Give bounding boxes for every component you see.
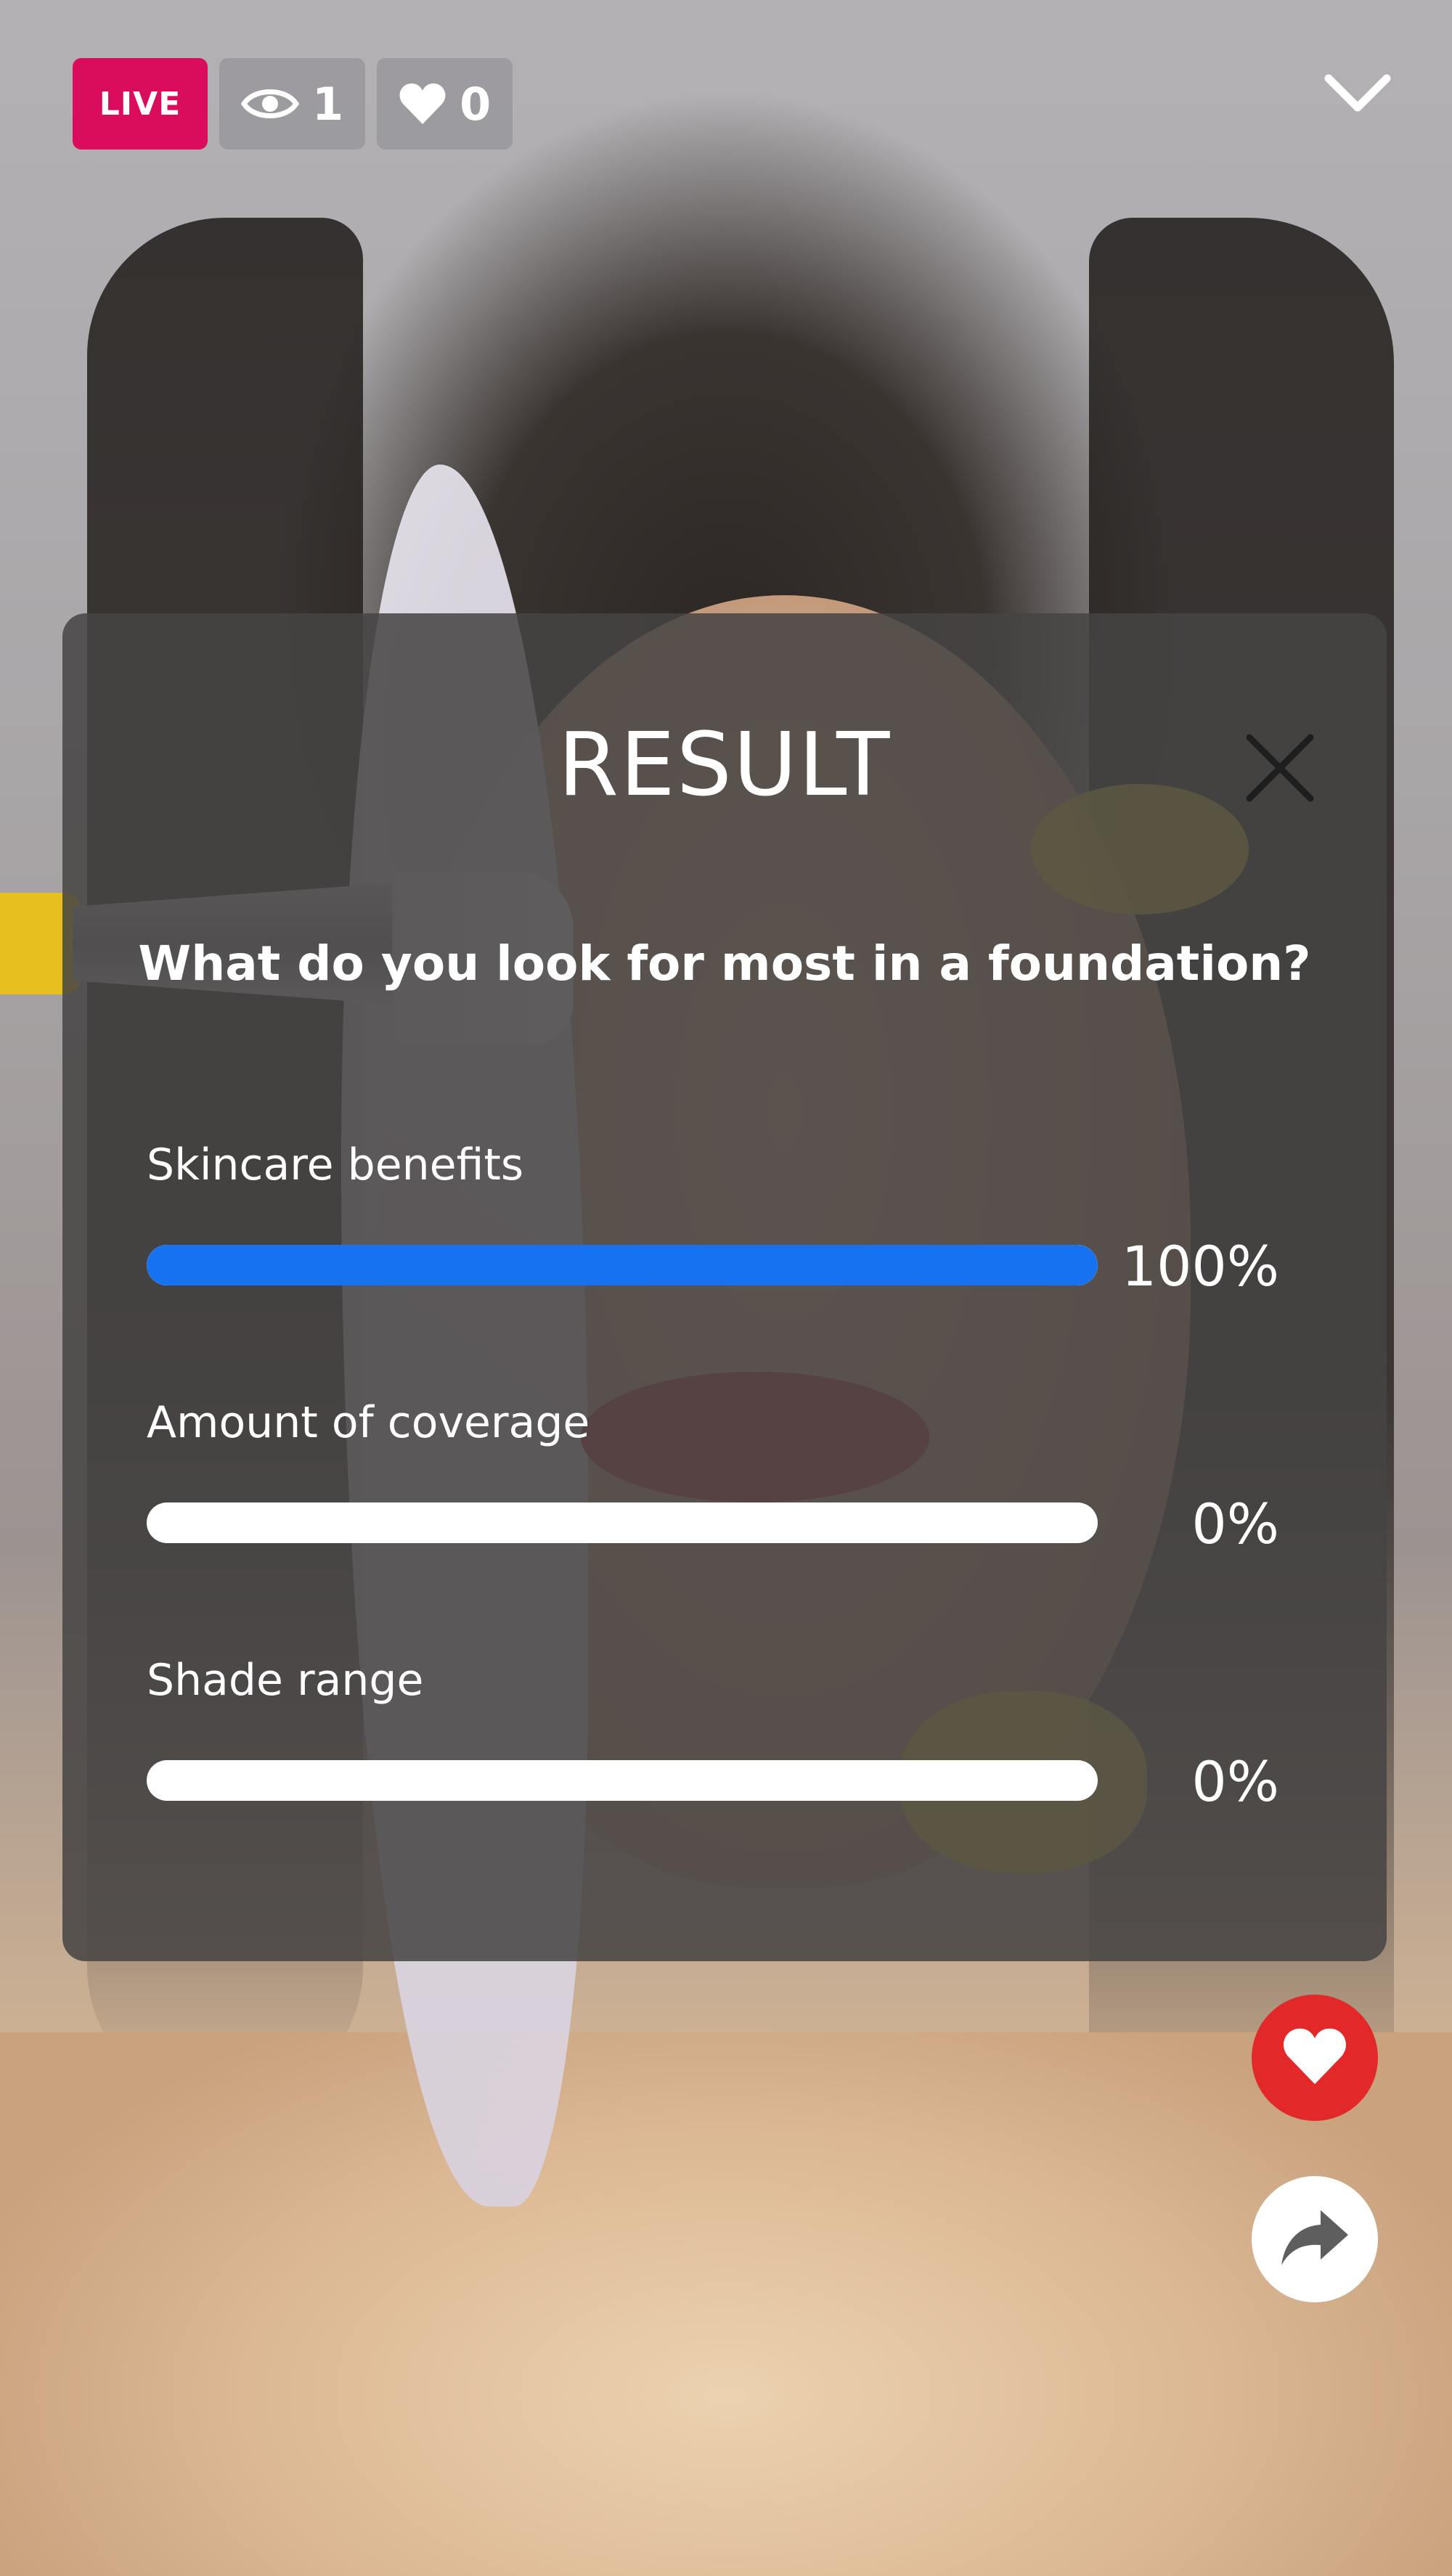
poll-option-percent: 100% xyxy=(1121,1234,1279,1299)
heart-icon xyxy=(399,82,446,126)
close-icon xyxy=(1245,733,1315,806)
share-arrow-icon xyxy=(1278,2207,1351,2271)
share-button[interactable] xyxy=(1252,2176,1378,2302)
eye-icon xyxy=(241,83,299,124)
viewer-count: 1 xyxy=(312,77,344,131)
poll-option: Amount of coverage 0% xyxy=(147,1397,1366,1552)
poll-question: What do you look for most in a foundatio… xyxy=(138,936,1311,991)
heart-icon xyxy=(1281,2027,1348,2089)
like-button[interactable] xyxy=(1252,1995,1378,2121)
stream-status-bar: LIVE 1 0 xyxy=(73,58,513,150)
video-shoulders xyxy=(0,2032,1452,2576)
result-title: RESULT xyxy=(558,715,892,816)
poll-option-percent: 0% xyxy=(1191,1492,1279,1556)
close-result-button[interactable] xyxy=(1240,729,1320,809)
viewer-count-chip: 1 xyxy=(219,58,366,150)
poll-option: Skincare benefits 100% xyxy=(147,1140,1366,1294)
live-stream-screen: LIVE 1 0 RESULT What do you look for mos… xyxy=(0,0,1452,2576)
poll-option-percent: 0% xyxy=(1191,1749,1279,1814)
poll-option-bar-fill xyxy=(147,1245,1098,1285)
poll-option-bar xyxy=(147,1760,1098,1801)
poll-option-bar xyxy=(147,1245,1098,1285)
like-count: 0 xyxy=(460,77,492,131)
poll-option-bar xyxy=(147,1502,1098,1543)
poll-option-label: Skincare benefits xyxy=(147,1140,524,1190)
poll-result-panel: RESULT What do you look for most in a fo… xyxy=(62,613,1387,1961)
collapse-button[interactable] xyxy=(1314,58,1401,131)
poll-option-label: Shade range xyxy=(147,1655,424,1706)
live-badge: LIVE xyxy=(73,58,208,150)
like-count-chip: 0 xyxy=(377,58,513,150)
poll-option-label: Amount of coverage xyxy=(147,1397,590,1448)
live-badge-label: LIVE xyxy=(99,85,182,123)
chevron-down-icon xyxy=(1324,73,1391,116)
poll-option: Shade range 0% xyxy=(147,1655,1366,1810)
